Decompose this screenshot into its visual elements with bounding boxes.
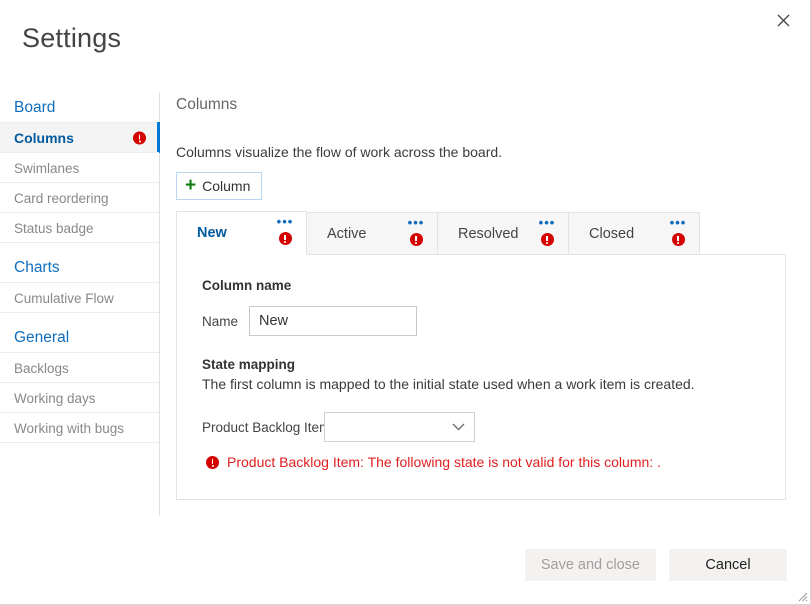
ellipsis-icon[interactable]: •••	[670, 219, 687, 227]
settings-main-content: Columns Columns visualize the flow of wo…	[176, 95, 791, 500]
dialog-titlebar: Settings	[0, 0, 811, 76]
ellipsis-icon[interactable]: •••	[539, 219, 556, 227]
tab-label: New	[177, 225, 227, 241]
sidebar-item-label: Working days	[14, 391, 96, 406]
tab-actions: •••	[276, 218, 294, 248]
page-title: Settings	[22, 22, 121, 54]
ellipsis-icon[interactable]: •••	[408, 219, 425, 227]
error-icon	[672, 231, 685, 249]
add-column-label: Column	[202, 178, 250, 194]
sidebar-header-general[interactable]: General	[0, 322, 159, 353]
resize-grip[interactable]	[795, 589, 808, 602]
sidebar-item-columns[interactable]: Columns	[0, 122, 159, 153]
column-settings-panel: Column name Name State mapping The first…	[176, 254, 786, 500]
validation-message-row: Product Backlog Item: The following stat…	[202, 453, 785, 471]
state-field-label: Product Backlog Item	[202, 420, 324, 435]
sidebar-item-label: Cumulative Flow	[14, 291, 114, 306]
sidebar-group-general: General Backlogs Working days Working wi…	[0, 322, 159, 443]
column-name-input[interactable]	[249, 306, 417, 336]
error-icon	[206, 456, 219, 469]
sidebar-item-label: Columns	[14, 130, 74, 146]
sidebar-group-charts: Charts Cumulative Flow	[0, 252, 159, 313]
tab-label: Closed	[569, 226, 634, 242]
sidebar-item-cumulative-flow[interactable]: Cumulative Flow	[0, 282, 159, 313]
sidebar-item-label: Status badge	[14, 221, 94, 236]
plus-icon: +	[185, 176, 196, 195]
sidebar-item-swimlanes[interactable]: Swimlanes	[0, 152, 159, 183]
validation-message: Product Backlog Item: The following stat…	[227, 453, 661, 471]
error-icon	[410, 231, 423, 249]
content-description: Columns visualize the flow of work acros…	[176, 143, 791, 161]
content-heading: Columns	[176, 95, 791, 115]
tab-active[interactable]: Active •••	[307, 212, 438, 255]
tab-actions: •••	[669, 219, 687, 249]
sidebar-item-label: Working with bugs	[14, 421, 124, 436]
save-and-close-button[interactable]: Save and close	[525, 549, 656, 581]
dialog-footer: Save and close Cancel	[525, 549, 787, 581]
tab-actions: •••	[407, 219, 425, 249]
error-icon	[541, 231, 554, 249]
sidebar-group-board: Board Columns Swimlanes Card reordering …	[0, 92, 159, 243]
error-icon	[133, 122, 146, 153]
state-mapping-row: Product Backlog Item	[202, 412, 785, 442]
sidebar-divider	[0, 243, 159, 252]
state-select-wrapper	[324, 412, 475, 442]
error-icon	[279, 230, 292, 248]
column-tabs: New ••• Active ••• Resolved	[176, 211, 791, 255]
settings-dialog: Settings Board Columns Swimlanes Card re…	[0, 0, 811, 605]
close-icon[interactable]	[767, 4, 799, 36]
tab-resolved[interactable]: Resolved •••	[438, 212, 569, 255]
column-name-section-title: Column name	[202, 277, 785, 295]
tab-new[interactable]: New •••	[176, 211, 307, 255]
name-field-label: Name	[202, 314, 249, 329]
state-mapping-description: The first column is mapped to the initia…	[202, 375, 785, 393]
sidebar-item-label: Backlogs	[14, 361, 69, 376]
sidebar-item-label: Swimlanes	[14, 161, 79, 176]
add-column-button[interactable]: + Column	[176, 172, 262, 200]
sidebar-item-label: Card reordering	[14, 191, 109, 206]
cancel-button[interactable]: Cancel	[669, 549, 787, 581]
sidebar-item-working-days[interactable]: Working days	[0, 382, 159, 413]
sidebar-divider	[0, 313, 159, 322]
state-mapping-section: State mapping The first column is mapped…	[202, 356, 785, 393]
sidebar-item-card-reordering[interactable]: Card reordering	[0, 182, 159, 213]
column-tabs-container: New ••• Active ••• Resolved	[176, 211, 791, 255]
state-select[interactable]	[324, 412, 475, 442]
sidebar-item-status-badge[interactable]: Status badge	[0, 212, 159, 243]
sidebar-header-board[interactable]: Board	[0, 92, 159, 123]
sidebar-item-backlogs[interactable]: Backlogs	[0, 352, 159, 383]
tab-label: Active	[307, 226, 367, 242]
settings-sidebar: Board Columns Swimlanes Card reordering …	[0, 92, 160, 516]
sidebar-header-charts[interactable]: Charts	[0, 252, 159, 283]
tab-label: Resolved	[438, 226, 518, 242]
sidebar-item-working-with-bugs[interactable]: Working with bugs	[0, 412, 159, 443]
tab-actions: •••	[538, 219, 556, 249]
tab-closed[interactable]: Closed •••	[569, 212, 700, 255]
state-mapping-title: State mapping	[202, 356, 785, 374]
name-field-row: Name	[202, 306, 785, 336]
ellipsis-icon[interactable]: •••	[277, 218, 294, 226]
